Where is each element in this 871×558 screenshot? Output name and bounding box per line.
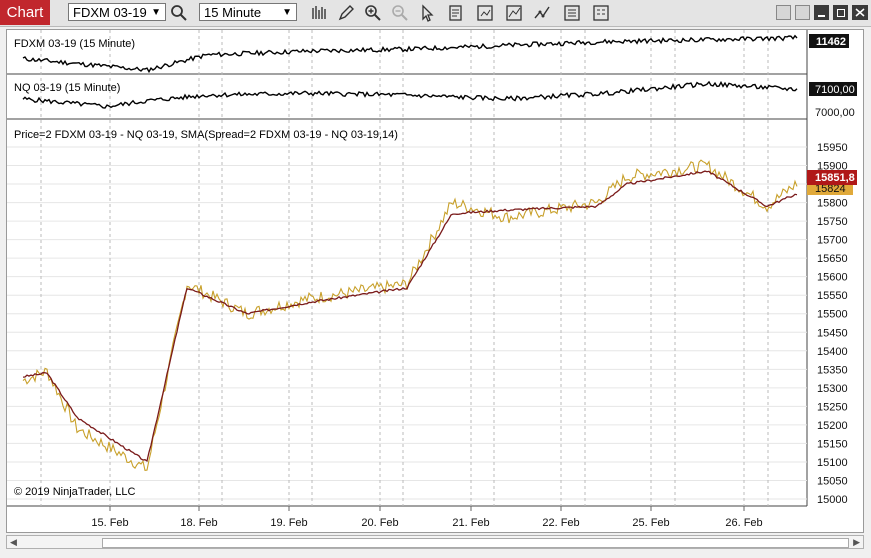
data-box-icon[interactable] [447, 4, 465, 22]
y-tick-label: 15700 [817, 235, 848, 247]
panel2-label: NQ 03-19 (15 Minute) [14, 82, 120, 94]
y-tick-label: 15300 [817, 383, 848, 395]
x-tick-label: 22. Feb [542, 517, 579, 529]
instrument-selector[interactable]: FDXM 03-19 ▼ [68, 3, 166, 21]
y-tick-label: 15600 [817, 272, 848, 284]
chart-properties-icon[interactable] [476, 4, 494, 22]
copyright-label: © 2019 NinjaTrader, LLC [14, 486, 135, 498]
y-tick-label: 15350 [817, 364, 848, 376]
y-tick-label: 15250 [817, 401, 848, 413]
indicators-icon[interactable] [505, 4, 523, 22]
close-button[interactable] [852, 5, 868, 20]
toggle-scroll-icon[interactable] [592, 4, 610, 22]
y-tick-label: 15800 [817, 198, 848, 210]
y-tick-label: 15750 [817, 216, 848, 228]
scrollbar-thumb[interactable] [102, 538, 849, 548]
y-tick-label: 15450 [817, 327, 848, 339]
interval-value: 15 Minute [204, 5, 262, 20]
x-tick-label: 15. Feb [91, 517, 128, 529]
chevron-down-icon: ▼ [282, 7, 292, 18]
y-tick-label: 15950 [817, 142, 848, 154]
bar-type-icon[interactable] [310, 4, 328, 22]
minimize-button[interactable] [814, 5, 829, 20]
chart-trader-icon[interactable] [563, 4, 581, 22]
x-tick-label: 25. Feb [632, 517, 669, 529]
chart-window: FDXM 03-19 (15 Minute) NQ 03-19 (15 Minu… [6, 29, 864, 533]
chart-title: Chart [0, 0, 50, 25]
horizontal-scrollbar[interactable]: ◀ ▶ [6, 535, 864, 549]
panel1-label: FDXM 03-19 (15 Minute) [14, 38, 135, 50]
y-tick-label: 15500 [817, 309, 848, 321]
x-tick-label: 20. Feb [361, 517, 398, 529]
y-tick-label: 15000 [817, 494, 848, 506]
scroll-left-icon[interactable]: ◀ [10, 537, 17, 548]
y-tick-label: 15200 [817, 420, 848, 432]
y-tick-label: 15100 [817, 457, 848, 469]
x-tick-label: 21. Feb [452, 517, 489, 529]
scroll-right-icon[interactable]: ▶ [853, 537, 860, 548]
chevron-down-icon: ▼ [151, 7, 161, 18]
x-tick-label: 19. Feb [270, 517, 307, 529]
panel2-tick-7000: 7000,00 [815, 107, 855, 119]
y-tick-label: 15400 [817, 346, 848, 358]
panel1-last-price: 11462 [816, 36, 846, 48]
x-tick-label: 26. Feb [725, 517, 762, 529]
tab-button[interactable] [795, 5, 810, 20]
chart-canvas[interactable]: FDXM 03-19 (15 Minute) NQ 03-19 (15 Minu… [7, 30, 864, 533]
zoom-out-icon[interactable] [391, 4, 409, 22]
last-price-value: 15851,8 [815, 172, 855, 184]
y-tick-label: 15550 [817, 290, 848, 302]
strategies-icon[interactable] [533, 4, 551, 22]
y-tick-label: 15050 [817, 475, 848, 487]
panel3-label: Price=2 FDXM 03-19 - NQ 03-19, SMA(Sprea… [14, 129, 398, 141]
interval-selector[interactable]: 15 Minute ▼ [199, 3, 297, 21]
link-button[interactable] [776, 5, 791, 20]
panel2-last-price: 7100,00 [815, 84, 855, 96]
y-tick-label: 15150 [817, 438, 848, 450]
x-tick-label: 18. Feb [180, 517, 217, 529]
y-tick-label: 15650 [817, 253, 848, 265]
toolbar: Chart FDXM 03-19 ▼ 15 Minute ▼ [0, 0, 871, 27]
search-icon[interactable] [170, 4, 188, 22]
close-icon [855, 8, 865, 17]
pencil-icon[interactable] [337, 4, 355, 22]
pointer-icon[interactable] [418, 4, 436, 22]
instrument-value: FDXM 03-19 [73, 5, 147, 20]
zoom-in-icon[interactable] [364, 4, 382, 22]
maximize-button[interactable] [833, 5, 848, 20]
